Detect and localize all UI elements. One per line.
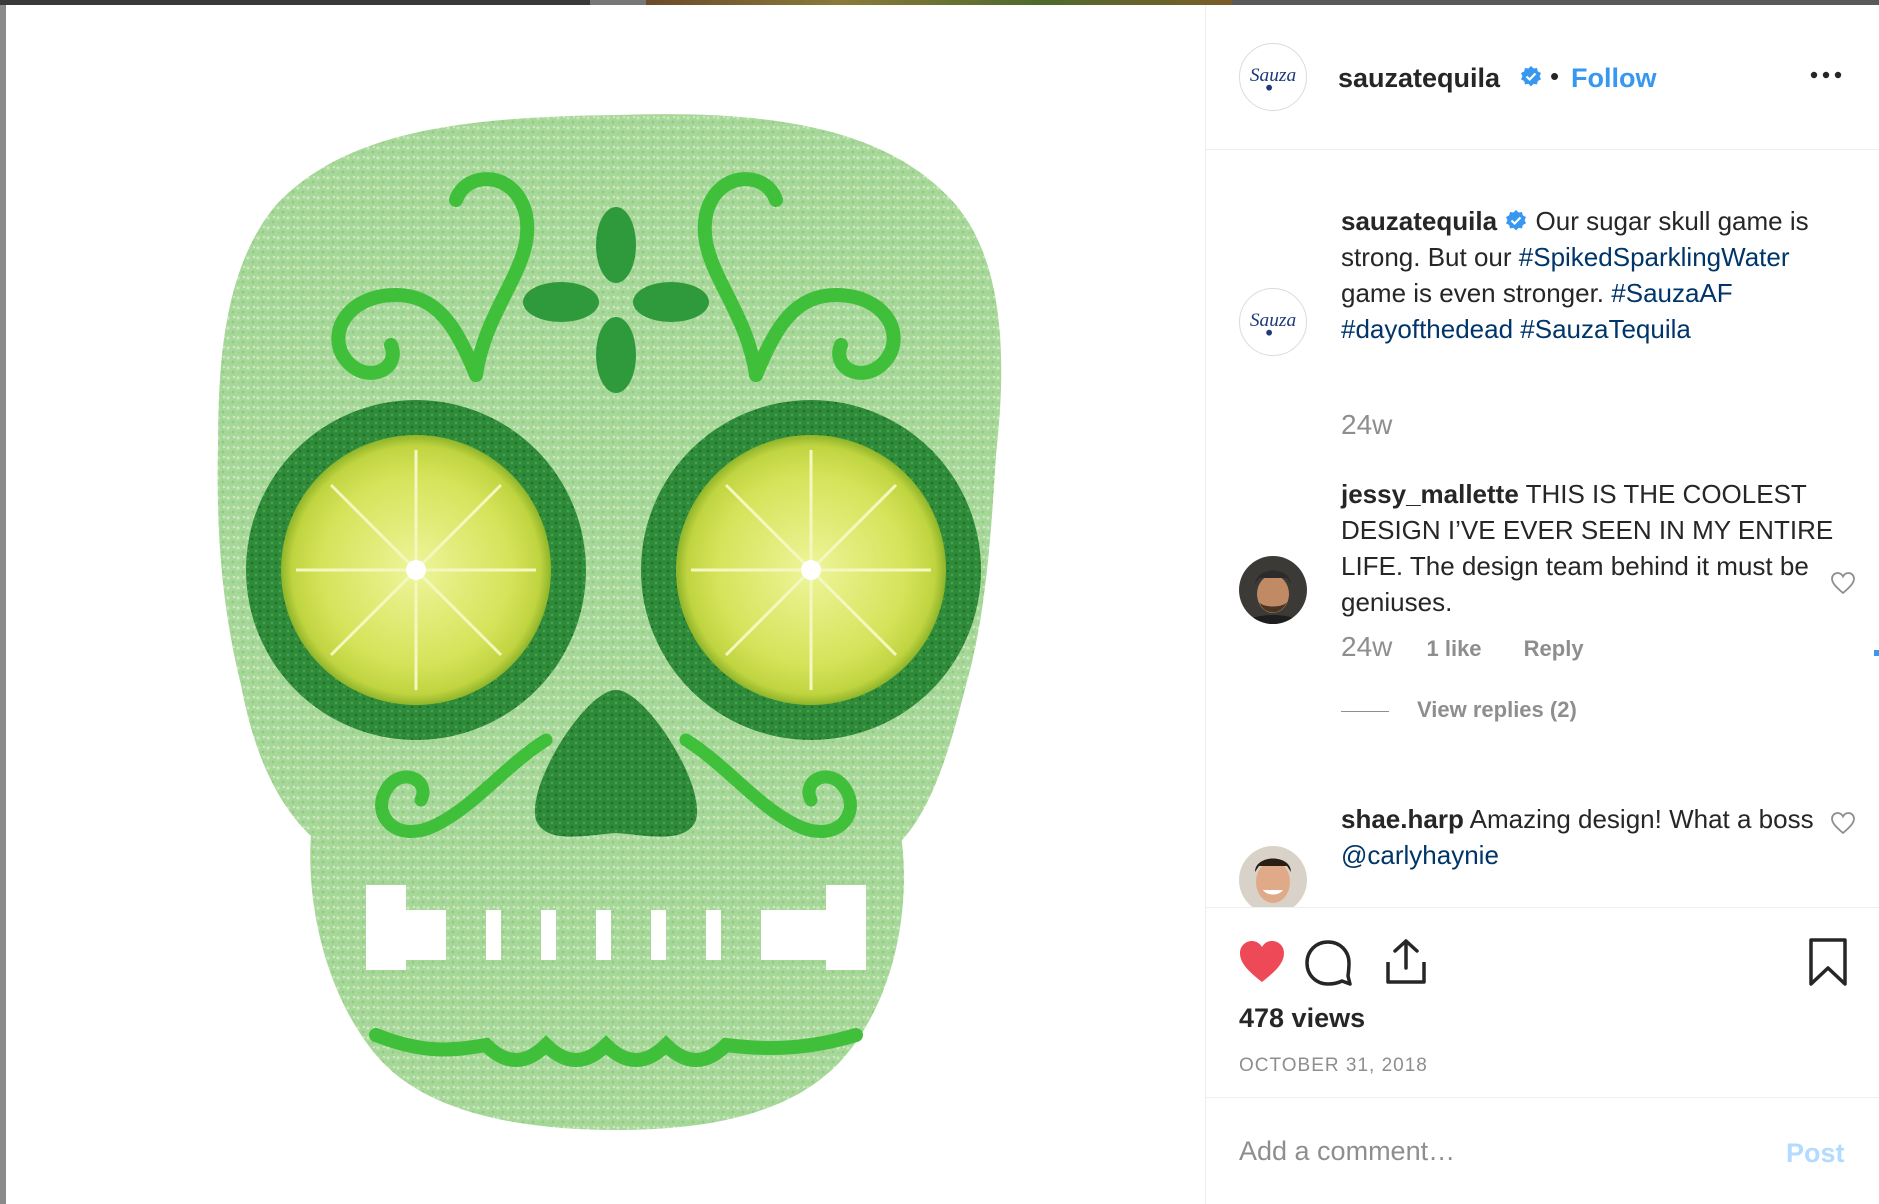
replies-divider-line (1341, 710, 1389, 712)
comment-likes-count[interactable]: 1 like (1427, 636, 1482, 661)
bookmark-icon[interactable] (1802, 936, 1854, 988)
sauza-logo: Sauza (1250, 65, 1296, 91)
caption-timestamp[interactable]: 24w (1341, 409, 1392, 440)
caption-avatar[interactable]: Sauza (1239, 288, 1307, 356)
comment-username[interactable]: jessy_mallette (1341, 479, 1519, 509)
post-date[interactable]: OCTOBER 31, 2018 (1239, 1055, 1428, 1077)
lime-eye-right (676, 435, 946, 705)
caption-meta: 24w (1341, 409, 1420, 441)
hashtag-link[interactable]: #SpikedSparklingWater (1519, 242, 1790, 272)
comments-list[interactable]: Sauza sauzatequila Our sugar skull game … (1206, 151, 1879, 907)
comment-item: shae.harp Amazing design! What a boss @c… (1206, 804, 1879, 907)
post-side-panel: Sauza sauzatequila • Follow Sauza sauzat… (1205, 5, 1879, 1204)
reply-button[interactable]: Reply (1524, 636, 1584, 661)
share-icon[interactable] (1380, 936, 1432, 988)
comment-item: jessy_mallette THIS IS THE COOLEST DESIG… (1206, 479, 1879, 781)
comment-body: Amazing design! What a boss (1469, 804, 1814, 834)
user-photo (1239, 846, 1307, 907)
post-header: Sauza sauzatequila • Follow (1206, 5, 1879, 150)
heart-filled-icon[interactable] (1236, 936, 1288, 988)
user-photo (1239, 556, 1307, 624)
comment-text: shae.harp Amazing design! What a boss @c… (1341, 801, 1846, 873)
comment-like-icon[interactable] (1830, 811, 1856, 835)
caption-username[interactable]: sauzatequila (1341, 206, 1497, 236)
hashtag-link[interactable]: #dayofthedead (1341, 314, 1513, 344)
header-separator: • (1550, 61, 1560, 91)
post-image[interactable] (6, 5, 1205, 1204)
post-modal: Sauza sauzatequila • Follow Sauza sauzat… (6, 5, 1879, 1204)
comment-like-icon[interactable] (1830, 571, 1856, 595)
sugar-skull-illustration (217, 114, 1002, 1130)
lime-eye-left (281, 435, 551, 705)
verified-badge-icon (1506, 210, 1527, 231)
comment-input[interactable] (1239, 1128, 1759, 1174)
mention-link[interactable]: @carlyhaynie (1341, 840, 1499, 870)
skull-jaw (310, 835, 904, 1130)
commenter-avatar[interactable] (1239, 556, 1307, 624)
more-options-icon[interactable] (1808, 65, 1844, 85)
comment-meta: 24w 1 like Reply (1341, 631, 1620, 663)
view-count[interactable]: 478 views (1239, 1003, 1365, 1034)
post-actions: 478 views OCTOBER 31, 2018 (1206, 907, 1879, 1097)
caption-body: game is even stronger. (1341, 278, 1612, 308)
svg-text:Sauza: Sauza (1250, 65, 1296, 86)
post-comment-button[interactable]: Post (1786, 1138, 1845, 1169)
comment-bubble-icon[interactable] (1302, 936, 1354, 988)
commenter-avatar[interactable] (1239, 846, 1307, 907)
caption-text: sauzatequila Our sugar skull game is str… (1341, 203, 1846, 347)
verified-badge-icon (1521, 66, 1541, 87)
comment-timestamp[interactable]: 24w (1341, 631, 1392, 662)
comment-username[interactable]: shae.harp (1341, 804, 1464, 834)
account-username[interactable]: sauzatequila (1338, 63, 1500, 94)
comment-composer: Post (1206, 1097, 1879, 1204)
caption: Sauza sauzatequila Our sugar skull game … (1206, 151, 1879, 441)
account-avatar[interactable]: Sauza (1239, 43, 1307, 111)
follow-button[interactable]: Follow (1571, 63, 1656, 94)
comment-text: jessy_mallette THIS IS THE COOLEST DESIG… (1341, 476, 1846, 620)
edge-accent (1874, 650, 1879, 656)
view-replies-label: View replies (2) (1417, 697, 1577, 722)
svg-text:Sauza: Sauza (1250, 310, 1296, 331)
hashtag-link[interactable]: #SauzaAF (1611, 278, 1732, 308)
view-replies-button[interactable]: View replies (2) (1341, 697, 1577, 723)
sauza-logo: Sauza (1250, 310, 1296, 336)
hashtag-link[interactable]: #SauzaTequila (1520, 314, 1691, 344)
